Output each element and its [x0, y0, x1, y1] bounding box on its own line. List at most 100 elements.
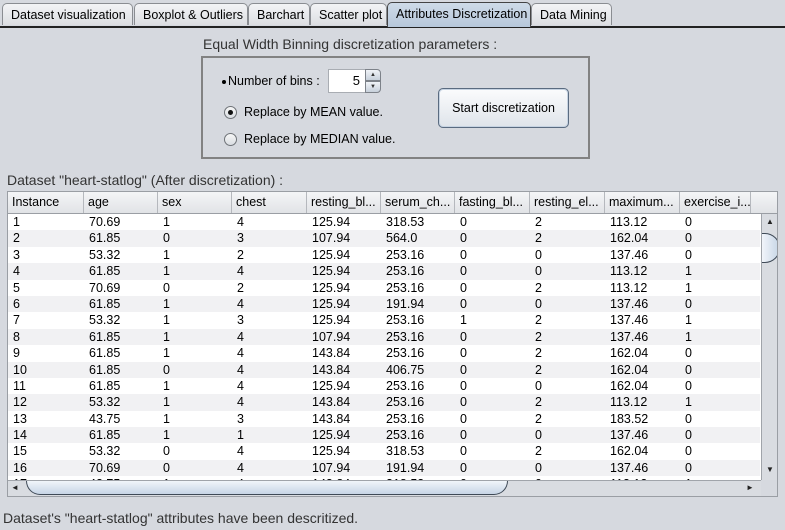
table-cell: 1	[163, 313, 170, 328]
table-cell: 2	[535, 362, 542, 377]
table-cell: 2	[13, 231, 20, 246]
column-header[interactable]: age	[84, 192, 158, 213]
tab-barchart[interactable]: Barchart	[248, 3, 310, 25]
table-cell: 5	[13, 280, 20, 295]
table-row[interactable]: 14 61.85 1 1 125.94 253.16 0 0 137.46 0	[8, 427, 760, 444]
table-row[interactable]: 15 53.32 0 4 125.94 318.53 0 2 162.04 0	[8, 443, 760, 459]
tab-data-mining[interactable]: Data Mining	[531, 3, 612, 25]
table-cell: 0	[163, 280, 170, 295]
table-cell: 0	[535, 428, 542, 443]
table-cell: 113.12	[610, 395, 648, 410]
table-cell: 4	[237, 264, 244, 279]
table-cell: 15	[13, 444, 27, 459]
vertical-scrollbar[interactable]: ▲ ▼	[761, 214, 777, 481]
table-cell: 253.16	[386, 411, 425, 426]
bins-label: Number of bins :	[228, 74, 320, 88]
table-cell: 318.53	[386, 215, 425, 229]
table-cell: 143.84	[312, 395, 351, 410]
table-row[interactable]: 16 70.69 0 4 107.94 191.94 0 0 137.46 0	[8, 459, 760, 477]
column-header[interactable]: Instance	[8, 192, 84, 213]
table-cell: 0	[535, 378, 542, 393]
scroll-down-icon[interactable]: ▼	[766, 465, 774, 474]
column-header[interactable]: resting_el...	[530, 192, 605, 213]
table-cell: 1	[163, 395, 170, 410]
table-row[interactable]: 12 53.32 1 4 143.84 253.16 0 2 113.12 1	[8, 394, 760, 411]
table-cell: 2	[535, 346, 542, 361]
table-cell: 0	[460, 362, 467, 377]
table-row[interactable]: 7 53.32 1 3 125.94 253.16 1 2 137.46 1	[8, 312, 760, 328]
tab-dataset-visualization[interactable]: Dataset visualization	[2, 3, 133, 25]
radio-median[interactable]	[224, 132, 237, 146]
table-cell: 70.69	[89, 215, 121, 229]
scroll-left-icon[interactable]: ◄	[11, 483, 19, 492]
column-header[interactable]: fasting_bl...	[455, 192, 530, 213]
table-row[interactable]: 5 70.69 0 2 125.94 253.16 0 2 113.12 1	[8, 280, 760, 296]
table-cell: 0	[535, 460, 542, 475]
table-row[interactable]: 1 70.69 1 4 125.94 318.53 0 2 113.12 0	[8, 214, 760, 230]
bins-input[interactable]: 5	[328, 69, 366, 93]
table-cell: 137.46	[610, 329, 649, 344]
scroll-up-icon[interactable]: ▲	[766, 217, 774, 226]
table-cell: 0	[685, 362, 692, 377]
radio-mean[interactable]	[224, 105, 237, 119]
table-cell: 113.12	[610, 280, 648, 295]
table-cell: 253.16	[386, 395, 425, 410]
table-cell: 4	[237, 346, 244, 361]
table-row[interactable]: 4 61.85 1 4 125.94 253.16 0 0 113.12 1	[8, 263, 760, 280]
scroll-right-icon[interactable]: ►	[746, 483, 754, 492]
table-row[interactable]: 9 61.85 1 4 143.84 253.16 0 2 162.04 0	[8, 345, 760, 361]
table-cell: 125.94	[312, 296, 351, 311]
spin-up-icon[interactable]: ▲	[365, 69, 381, 81]
table-cell: 3	[237, 231, 244, 246]
column-header[interactable]: resting_bl...	[307, 192, 381, 213]
horizontal-scroll-thumb[interactable]	[26, 481, 508, 495]
table-cell: 143.84	[312, 362, 351, 377]
table-cell: 61.85	[89, 378, 121, 393]
vertical-scroll-thumb[interactable]	[762, 233, 777, 263]
table-cell: 1	[163, 296, 170, 311]
table-cell: 0	[535, 247, 542, 262]
start-discretization-button[interactable]: Start discretization	[438, 88, 569, 128]
tab-scatter-plot[interactable]: Scatter plot	[310, 3, 387, 25]
table-row[interactable]: 10 61.85 0 4 143.84 406.75 0 2 162.04 0	[8, 361, 760, 378]
params-title: Equal Width Binning discretization param…	[203, 36, 498, 52]
column-header[interactable]: serum_ch...	[381, 192, 455, 213]
table-cell: 0	[685, 346, 692, 361]
table-cell: 137.46	[610, 428, 649, 443]
table-cell: 162.04	[610, 231, 649, 246]
table-cell: 61.85	[89, 264, 121, 279]
table-cell: 0	[460, 411, 467, 426]
table-cell: 253.16	[386, 280, 425, 295]
column-header[interactable]: maximum...	[605, 192, 680, 213]
table-cell: 0	[163, 231, 170, 246]
column-header[interactable]: chest	[232, 192, 307, 213]
table-cell: 0	[685, 460, 692, 475]
horizontal-scrollbar[interactable]: ◄ ►	[8, 480, 761, 496]
radio-median-option[interactable]: Replace by MEDIAN value.	[224, 130, 395, 148]
table-cell: 61.85	[89, 428, 121, 443]
table-cell: 0	[685, 444, 692, 459]
spin-down-icon[interactable]: ▼	[365, 81, 381, 93]
column-header[interactable]: sex	[158, 192, 232, 213]
table-cell: 137.46	[610, 296, 649, 311]
table-row[interactable]: 2 61.85 0 3 107.94 564.0 0 2 162.04 0	[8, 230, 760, 247]
table-cell: 0	[163, 444, 170, 459]
table-row[interactable]: 13 43.75 1 3 143.84 253.16 0 2 183.52 0	[8, 411, 760, 427]
table-row[interactable]: 11 61.85 1 4 125.94 253.16 0 0 162.04 0	[8, 378, 760, 394]
column-header[interactable]: exercise_i...	[680, 192, 751, 213]
status-message: Dataset's "heart-statlog" attributes hav…	[3, 510, 359, 526]
table-cell: 1	[685, 264, 692, 279]
table-cell: 61.85	[89, 296, 121, 311]
table-cell: 162.04	[610, 444, 649, 459]
tab-boxplot-outliers[interactable]: Boxplot & Outliers	[134, 3, 248, 25]
table-cell: 4	[237, 296, 244, 311]
table-cell: 137.46	[610, 313, 649, 328]
table-cell: 70.69	[89, 280, 121, 295]
table-cell: 107.94	[312, 329, 351, 344]
table-cell: 1	[685, 329, 692, 344]
tab-attributes-discretization[interactable]: Attributes Discretization	[387, 2, 531, 27]
table-row[interactable]: 6 61.85 1 4 125.94 191.94 0 0 137.46 0	[8, 295, 760, 313]
radio-mean-option[interactable]: Replace by MEAN value.	[224, 103, 383, 121]
table-row[interactable]: 3 53.32 1 2 125.94 253.16 0 0 137.46 0	[8, 247, 760, 263]
table-row[interactable]: 8 61.85 1 4 107.94 253.16 0 2 137.46 1	[8, 328, 760, 346]
